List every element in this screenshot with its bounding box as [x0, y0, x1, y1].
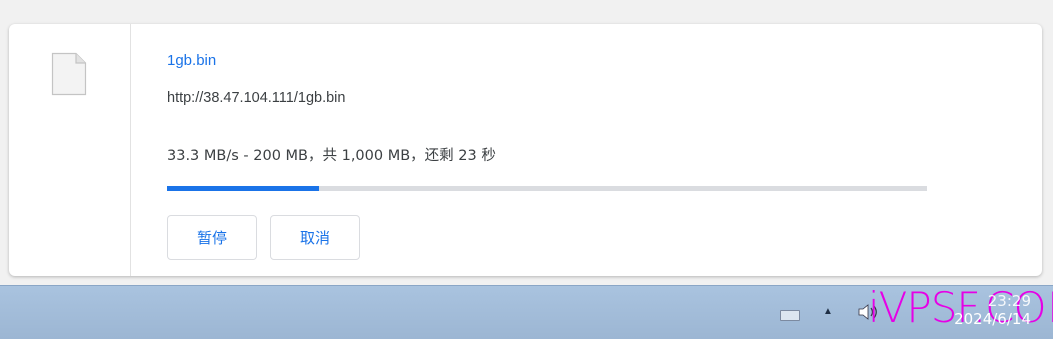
download-details: 1gb.bin http://38.47.104.111/1gb.bin 33.… — [167, 24, 1042, 276]
clock[interactable]: 23:29 2024/6/14 — [954, 292, 1031, 328]
file-name-link[interactable]: 1gb.bin — [167, 52, 216, 69]
pause-button[interactable]: 暂停 — [167, 215, 257, 260]
taskbar: ▲ iVPSF.COM 23:29 2024/6/14 — [0, 285, 1053, 339]
progress-bar — [167, 186, 927, 191]
download-status: 33.3 MB/s - 200 MB，共 1,000 MB，还剩 23 秒 — [167, 148, 496, 164]
file-icon — [51, 52, 87, 96]
download-item: 1gb.bin http://38.47.104.111/1gb.bin 33.… — [9, 24, 1042, 276]
file-url: http://38.47.104.111/1gb.bin — [167, 90, 346, 106]
file-icon-column — [9, 24, 131, 276]
cancel-button[interactable]: 取消 — [270, 215, 360, 260]
progress-bar-fill — [167, 186, 319, 191]
clock-time: 23:29 — [987, 292, 1031, 310]
keyboard-icon[interactable] — [780, 310, 800, 321]
show-hidden-icons-icon[interactable]: ▲ — [823, 306, 833, 317]
clock-date: 2024/6/14 — [954, 310, 1031, 328]
